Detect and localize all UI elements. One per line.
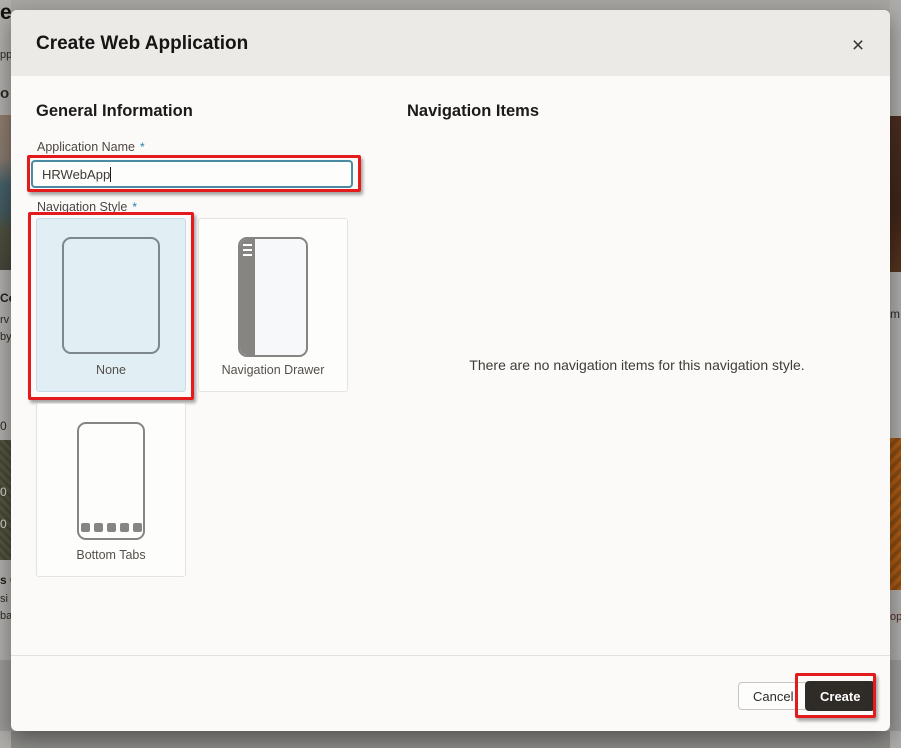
cancel-button[interactable]: Cancel <box>738 682 808 710</box>
dialog-title: Create Web Application <box>36 33 248 55</box>
background-text-fragment: by <box>0 332 11 343</box>
navigation-items-heading: Navigation Items <box>407 102 539 121</box>
background-band <box>0 660 11 731</box>
navigation-style-label-text: Navigation Style <box>37 200 127 214</box>
required-asterisk: * <box>132 200 137 214</box>
navigation-drawer-icon <box>238 237 308 357</box>
background-text-fragment: si <box>0 594 11 605</box>
application-name-input[interactable]: HRWebApp <box>31 160 353 188</box>
dialog-header: Create Web Application × <box>11 10 890 76</box>
background-band <box>890 660 901 731</box>
general-information-heading: General Information <box>36 102 193 121</box>
background-text-fragment: s C <box>0 574 11 586</box>
page-overlay-right: m op <box>890 0 901 748</box>
footer-divider <box>11 655 890 656</box>
background-text-fragment: 0 <box>0 518 11 530</box>
background-text-fragment: rv <box>0 315 11 326</box>
required-asterisk: * <box>140 140 145 154</box>
background-text-fragment: pp <box>0 50 11 61</box>
background-text-fragment: e <box>0 2 11 23</box>
background-text-fragment: m <box>890 308 901 320</box>
background-text-fragment: ba <box>0 611 11 622</box>
nav-style-none-label: None <box>37 363 185 377</box>
text-caret <box>110 167 111 182</box>
navigation-items-empty-message: There are no navigation items for this n… <box>407 357 867 373</box>
nav-style-drawer-tile[interactable]: Navigation Drawer <box>198 218 348 392</box>
navigation-style-label: Navigation Style * <box>37 200 137 214</box>
application-name-label: Application Name * <box>37 140 145 154</box>
page-overlay-bottom <box>0 731 901 748</box>
nav-style-bottom-tabs-tile[interactable]: Bottom Tabs <box>36 403 186 577</box>
application-name-label-text: Application Name <box>37 140 135 154</box>
create-web-application-dialog: Create Web Application × General Informa… <box>11 10 890 731</box>
application-name-value: HRWebApp <box>42 167 110 182</box>
page-overlay-top <box>11 0 890 10</box>
nav-style-bottom-tabs-label: Bottom Tabs <box>37 548 185 562</box>
page-overlay-left: e pp o Co rv by 0 0 0 s C si ba <box>0 0 11 748</box>
create-button[interactable]: Create <box>805 681 875 711</box>
background-thumbnail <box>0 115 11 270</box>
background-text-fragment: o <box>0 86 11 101</box>
none-style-icon <box>62 237 160 354</box>
nav-style-none-tile[interactable]: None <box>36 218 186 392</box>
background-text-fragment: 0 <box>0 486 11 498</box>
background-text-fragment: Co <box>0 292 11 304</box>
background-thumbnail <box>890 438 901 590</box>
close-icon[interactable]: × <box>844 31 872 59</box>
background-thumbnail <box>0 440 11 560</box>
nav-style-drawer-label: Navigation Drawer <box>199 363 347 377</box>
background-thumbnail <box>890 116 901 272</box>
drawer-sidebar-shape <box>240 239 255 355</box>
background-text-fragment: op <box>890 612 901 623</box>
background-text-fragment: 0 <box>0 420 11 432</box>
bottom-tabs-icon <box>77 422 145 540</box>
